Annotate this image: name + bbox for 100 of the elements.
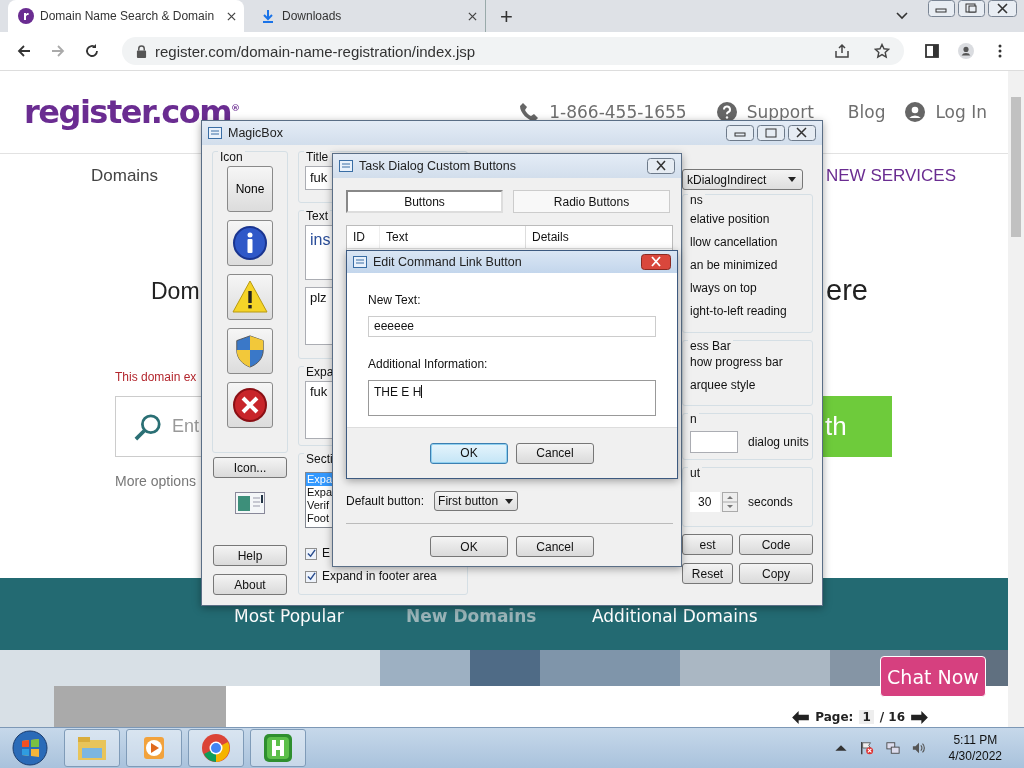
blog-link[interactable]: Blog	[847, 102, 886, 122]
support-link[interactable]: Support	[746, 102, 814, 122]
function-dropdown[interactable]: kDialogIndirect	[682, 169, 803, 190]
flag-icon[interactable]	[859, 741, 874, 755]
group-label: Text	[304, 210, 330, 222]
new-text-field[interactable]: eeeeee	[368, 316, 656, 337]
page-number[interactable]: 1	[859, 710, 874, 724]
checkbox[interactable]	[305, 547, 317, 560]
window-icon	[353, 256, 367, 268]
close-icon[interactable]	[468, 11, 477, 21]
error-icon-button[interactable]	[227, 382, 273, 428]
tab[interactable]: Buttons	[346, 190, 503, 213]
field-label: New Text:	[368, 293, 422, 307]
group-label: Secti	[304, 453, 335, 465]
browser-tab[interactable]: Downloads	[250, 0, 486, 32]
checkbox[interactable]	[305, 570, 317, 583]
about-button[interactable]: About	[213, 574, 287, 595]
app-icon	[263, 733, 293, 763]
tab[interactable]: Radio Buttons	[513, 190, 670, 213]
tab-search-icon[interactable]	[896, 12, 908, 20]
side-panel-icon[interactable]	[924, 43, 940, 59]
column-header[interactable]: ID	[347, 226, 379, 248]
warning-icon	[232, 279, 268, 315]
unit-label: seconds	[748, 495, 793, 509]
window-controls[interactable]	[928, 0, 1018, 18]
profile-icon[interactable]	[958, 43, 974, 59]
width-field[interactable]	[690, 430, 738, 453]
dialog-button[interactable]: OK	[430, 442, 508, 464]
window-controls[interactable]	[726, 125, 816, 141]
icon-browse-button[interactable]: Icon...	[213, 457, 287, 478]
tab-title: Domain Name Search & Domain	[40, 9, 216, 23]
headline: Dom	[151, 278, 200, 306]
clock[interactable]: 5:11 PM 4/30/2022	[948, 732, 1002, 764]
column-header[interactable]: Text	[379, 226, 525, 248]
window-title: Edit Command Link Button	[373, 255, 522, 269]
page-total: / 16	[879, 710, 905, 724]
address-bar[interactable]: register.com/domain-name-registration/index.jsp	[122, 37, 904, 65]
dialog-button[interactable]: Cancel	[516, 536, 594, 557]
help-button[interactable]: Help	[213, 545, 287, 566]
clock-time: 5:11 PM	[953, 732, 998, 748]
nav-link[interactable]: Domains	[91, 166, 159, 186]
shield-icon	[233, 334, 267, 368]
field-label: Additional Information:	[368, 357, 489, 371]
phone-icon	[519, 102, 540, 122]
dialog-button[interactable]: Copy	[739, 563, 813, 584]
dialog-button[interactable]: Cancel	[516, 442, 594, 464]
close-icon[interactable]	[647, 158, 675, 174]
close-icon[interactable]	[641, 254, 671, 270]
window-icon	[339, 160, 353, 172]
new-tab-button[interactable]: +	[494, 2, 519, 32]
timeout-field[interactable]: 30	[690, 492, 720, 512]
additional-info-field[interactable]: THE E H	[368, 380, 656, 416]
default-button-dropdown[interactable]: First button	[434, 491, 519, 511]
headline: ere	[826, 274, 868, 307]
share-icon[interactable]	[834, 43, 850, 59]
clock-date: 4/30/2022	[948, 748, 1002, 764]
dialog-button[interactable]: Code	[739, 534, 813, 555]
network-icon[interactable]	[885, 741, 900, 755]
dialog-button[interactable]: est	[682, 534, 733, 555]
scrollbar[interactable]	[1008, 71, 1024, 727]
taskbar-button[interactable]	[250, 729, 306, 767]
close-icon[interactable]	[227, 11, 236, 21]
star-icon[interactable]	[874, 43, 890, 59]
category-tab[interactable]: Most Popular	[234, 606, 406, 626]
volume-icon[interactable]	[911, 741, 926, 755]
group-label: ut	[688, 467, 702, 479]
login-link[interactable]: Log In	[935, 102, 987, 122]
dialog-button[interactable]: Reset	[682, 563, 733, 584]
previous-page-icon[interactable]	[792, 710, 810, 724]
dialog-button[interactable]: OK	[430, 536, 508, 557]
download-icon	[260, 8, 276, 24]
more-options-link[interactable]: More options	[115, 473, 196, 489]
site-favicon-icon	[18, 8, 34, 24]
chat-button[interactable]: Chat Now	[880, 656, 986, 697]
group-label: ess Bar	[688, 340, 733, 352]
info-icon-button[interactable]	[227, 220, 273, 266]
option-label: lways on top	[690, 281, 758, 296]
next-page-icon[interactable]	[911, 710, 928, 724]
option-label: how progress bar	[690, 355, 784, 370]
reload-icon[interactable]	[84, 43, 100, 59]
taskbar-button[interactable]	[126, 729, 182, 767]
checkbox-label: Expand in footer area	[322, 570, 437, 583]
browser-tab[interactable]: Domain Name Search & Domain	[8, 0, 244, 32]
column-header[interactable]: Details	[525, 226, 672, 248]
category-tab[interactable]: Additional Domains	[592, 606, 1008, 626]
folder-icon	[76, 734, 108, 762]
dropdown-arrow-icon	[505, 498, 514, 504]
warning-icon-button[interactable]	[227, 274, 273, 320]
no-icon-button[interactable]: None	[227, 166, 273, 212]
group-label: Icon	[218, 151, 245, 163]
shield-icon-button[interactable]	[227, 328, 273, 374]
taskbar-button[interactable]	[188, 729, 244, 767]
info-icon	[232, 225, 268, 261]
nav-link[interactable]: NEW SERVICES	[826, 166, 957, 186]
spinner-icon[interactable]	[722, 492, 738, 512]
group-label: ns	[688, 194, 705, 206]
back-icon[interactable]	[16, 43, 32, 59]
phone-number[interactable]: 1-866-455-1655	[549, 102, 687, 122]
start-button[interactable]	[12, 730, 48, 766]
error-icon	[232, 387, 268, 423]
